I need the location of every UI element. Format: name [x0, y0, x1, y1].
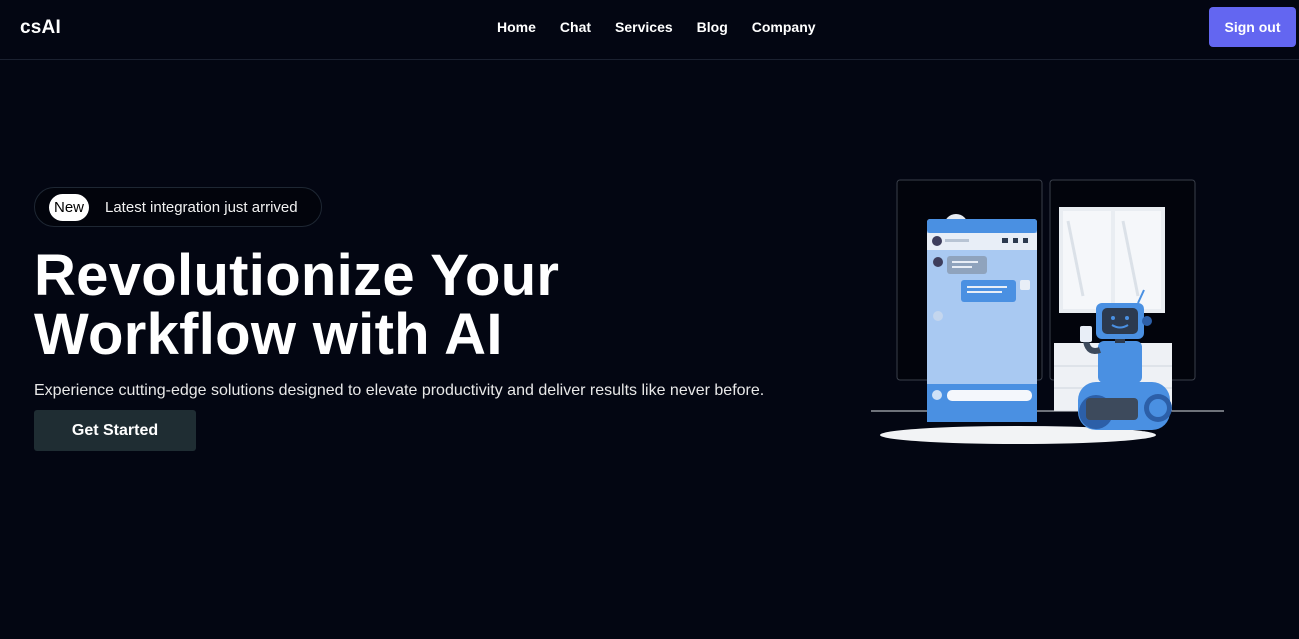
new-pill: New — [49, 194, 89, 221]
nav-chat[interactable]: Chat — [560, 19, 591, 35]
headline-line-2: Workflow with AI — [34, 302, 503, 367]
hero-headline: Revolutionize Your Workflow with AI — [34, 246, 559, 364]
nav-services[interactable]: Services — [615, 19, 673, 35]
main-nav: Home Chat Services Blog Company — [497, 19, 840, 35]
headline-line-1: Revolutionize Your — [34, 243, 560, 308]
nav-company[interactable]: Company — [752, 19, 816, 35]
get-started-button[interactable]: Get Started — [34, 410, 196, 451]
nav-home[interactable]: Home — [497, 19, 536, 35]
announcement-badge[interactable]: New Latest integration just arrived — [34, 187, 322, 227]
robot-chat-illustration — [871, 179, 1224, 444]
brand-logo[interactable]: csAI — [20, 17, 61, 39]
badge-text: Latest integration just arrived — [105, 199, 298, 216]
hero-subtext: Experience cutting-edge solutions design… — [34, 382, 765, 399]
sign-out-button[interactable]: Sign out — [1209, 7, 1296, 47]
nav-blog[interactable]: Blog — [697, 19, 728, 35]
navbar: csAI Home Chat Services Blog Company Sig… — [0, 0, 1299, 60]
